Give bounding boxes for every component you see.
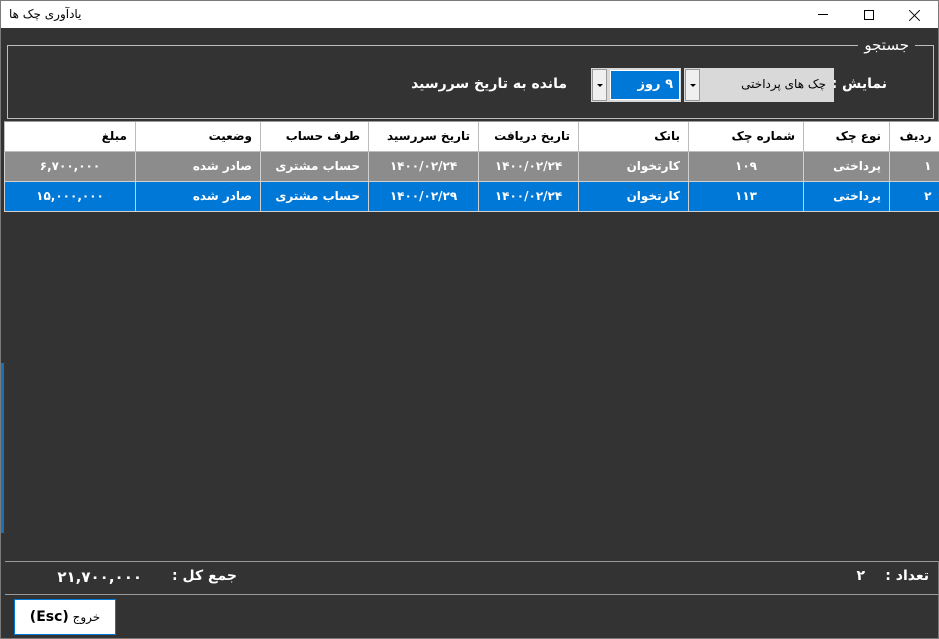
table-row[interactable]: ۱ پرداختی ۱۰۹ کارتخوان ۱۴۰۰/۰۲/۲۴ ۱۴۰۰/۰…: [4, 151, 939, 182]
table-cell: ۲: [889, 181, 939, 212]
table-cell: حساب مشتری: [260, 151, 369, 182]
footer-divider: [5, 594, 938, 595]
search-legend: جستجو: [858, 36, 915, 54]
checks-table: ردیف نوع چک شماره چک بانک تاریخ دریافت ت…: [4, 122, 939, 212]
check-type-select[interactable]: چک های پرداختی: [684, 68, 834, 102]
check-type-dropdown-button[interactable]: [685, 69, 700, 101]
table-cell: ۱۵,۰۰۰,۰۰۰: [4, 181, 136, 212]
count-label: تعداد :: [885, 568, 929, 584]
table-cell: ۱۴۰۰/۰۲/۲۴: [478, 151, 579, 182]
table-cell: ۶,۷۰۰,۰۰۰: [4, 151, 136, 182]
check-type-value: چک های پرداختی: [741, 77, 826, 91]
table-cell: کارتخوان: [578, 151, 689, 182]
chevron-down-icon: [689, 83, 696, 87]
close-button[interactable]: [892, 1, 938, 28]
title-bar[interactable]: یادآوری چک ها: [1, 1, 938, 28]
search-group: جستجو نمایش : چک های پرداختی ۹ روز مانده…: [7, 36, 934, 119]
remaining-label: مانده به تاریخ سررسید: [411, 76, 567, 92]
table-cell: ۱۴۰۰/۰۲/۲۴: [368, 151, 479, 182]
table-header-row: ردیف نوع چک شماره چک بانک تاریخ دریافت ت…: [4, 122, 939, 152]
maximize-icon: [864, 9, 874, 20]
column-header[interactable]: تاریخ دریافت: [478, 122, 579, 152]
total-label: جمع کل :: [171, 568, 237, 584]
exit-button[interactable]: خروج (Esc): [14, 599, 116, 635]
table-cell: کارتخوان: [578, 181, 689, 212]
column-header[interactable]: مبلغ: [4, 122, 136, 152]
column-header[interactable]: نوع چک: [803, 122, 890, 152]
table-cell: پرداختی: [803, 151, 890, 182]
checks-grid[interactable]: ردیف نوع چک شماره چک بانک تاریخ دریافت ت…: [4, 121, 939, 561]
table-cell: ۱: [889, 151, 939, 182]
table-cell: صادر شده: [135, 151, 261, 182]
count-value: ۲: [856, 568, 865, 584]
column-header[interactable]: شماره چک: [688, 122, 804, 152]
left-edge-accent: [1, 363, 4, 533]
table-cell: حساب مشتری: [260, 181, 369, 212]
table-cell: صادر شده: [135, 181, 261, 212]
close-icon: [909, 9, 921, 21]
table-row[interactable]: ۲ پرداختی ۱۱۳ کارتخوان ۱۴۰۰/۰۲/۲۴ ۱۴۰۰/۰…: [4, 181, 939, 212]
column-header[interactable]: ردیف: [889, 122, 939, 152]
check-reminder-window: یادآوری چک ها جستجو نمایش : چک های پرداخ…: [0, 0, 939, 639]
table-cell: پرداختی: [803, 181, 890, 212]
column-header[interactable]: بانک: [578, 122, 689, 152]
exit-label: خروج: [72, 610, 101, 624]
table-cell: ۱۱۳: [688, 181, 804, 212]
exit-shortcut: (Esc): [29, 609, 69, 625]
window-title: یادآوری چک ها: [9, 7, 82, 21]
footer-divider: [5, 561, 938, 562]
days-dropdown-button[interactable]: [592, 69, 607, 101]
minimize-button[interactable]: [800, 1, 846, 28]
total-value: ۲۱,۷۰۰,۰۰۰: [57, 568, 142, 586]
column-header[interactable]: طرف حساب: [260, 122, 369, 152]
column-header[interactable]: تاریخ سررسید: [368, 122, 479, 152]
column-header[interactable]: وضعیت: [135, 122, 261, 152]
table-cell: ۱۴۰۰/۰۲/۲۹: [368, 181, 479, 212]
days-value: ۹ روز: [610, 70, 680, 100]
maximize-button[interactable]: [846, 1, 892, 28]
table-cell: ۱۴۰۰/۰۲/۲۴: [478, 181, 579, 212]
display-label: نمایش :: [831, 76, 887, 92]
chevron-down-icon: [596, 83, 603, 87]
days-select[interactable]: ۹ روز: [591, 68, 681, 102]
table-cell: ۱۰۹: [688, 151, 804, 182]
minimize-icon: [818, 14, 828, 15]
